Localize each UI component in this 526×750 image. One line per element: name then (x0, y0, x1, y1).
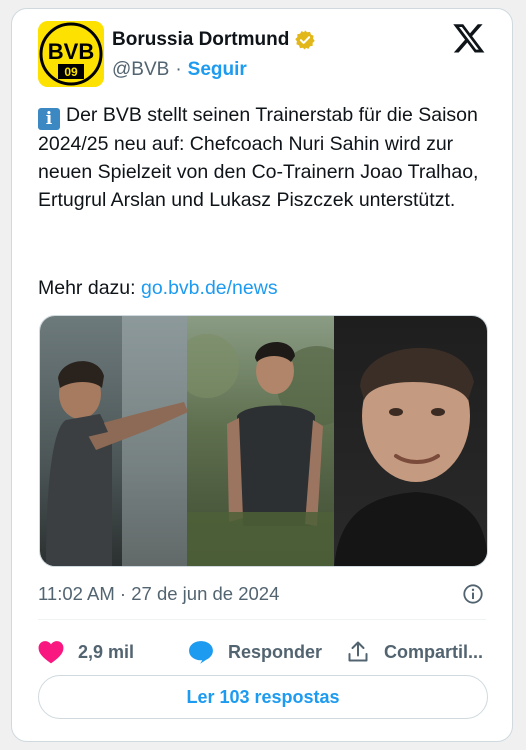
divider (38, 619, 486, 620)
share-label: Compartil... (384, 641, 484, 662)
author-name[interactable]: Borussia Dortmund (112, 29, 289, 51)
media-photo-coach-1[interactable] (40, 316, 188, 566)
action-bar: 2,9 mil Responder Compartil... (38, 637, 488, 667)
more-label: Mehr dazu: (38, 277, 136, 299)
verified-badge-icon (295, 30, 316, 50)
author-handle[interactable]: @BVB (112, 59, 169, 81)
reply-bubble-icon (189, 641, 213, 664)
bvb-logo-icon: BVB 09 (38, 21, 104, 87)
photo-coach-pointing (46, 316, 188, 566)
share-button[interactable]: Compartil... (346, 640, 483, 664)
media-photo-coach-3[interactable] (333, 316, 487, 566)
tweet-card: BVB 09 Borussia Dortmund @BVB · Seguir i… (11, 8, 513, 742)
timestamp[interactable]: 11:02 AM · 27 de jun de 2024 (38, 583, 279, 605)
bvb-logo-avatar[interactable]: BVB 09 (38, 21, 104, 87)
tweet-body: Der BVB stellt seinen Trainerstab für di… (38, 104, 479, 211)
read-replies-button[interactable]: Ler 103 respostas (38, 675, 488, 719)
heart-icon (38, 641, 64, 664)
media-photo-coach-2[interactable] (187, 316, 334, 566)
x-logo-icon[interactable] (452, 21, 486, 55)
info-icon[interactable] (462, 583, 484, 605)
separator: · (175, 59, 182, 80)
tweet-media[interactable] (39, 315, 488, 567)
logo-text: BVB (48, 39, 94, 64)
photo-coach-portrait (333, 347, 487, 566)
share-icon (348, 641, 368, 662)
follow-button[interactable]: Seguir (188, 59, 247, 81)
more-line: Mehr dazu: go.bvb.de/news (38, 277, 278, 300)
reply-label: Responder (228, 641, 323, 662)
author-name-row: Borussia Dortmund (112, 29, 316, 51)
handle-row: @BVB · Seguir (112, 59, 247, 81)
like-count: 2,9 mil (78, 641, 135, 662)
tweet-text: i Der BVB stellt seinen Trainerstab für d… (38, 101, 488, 214)
logo-year: 09 (64, 65, 78, 79)
news-link[interactable]: go.bvb.de/news (141, 277, 278, 299)
photo-coach-smiling (187, 334, 334, 566)
reply-button[interactable]: Responder (188, 640, 346, 664)
like-button[interactable]: 2,9 mil (38, 640, 188, 664)
info-emoji-icon: i (38, 108, 60, 130)
